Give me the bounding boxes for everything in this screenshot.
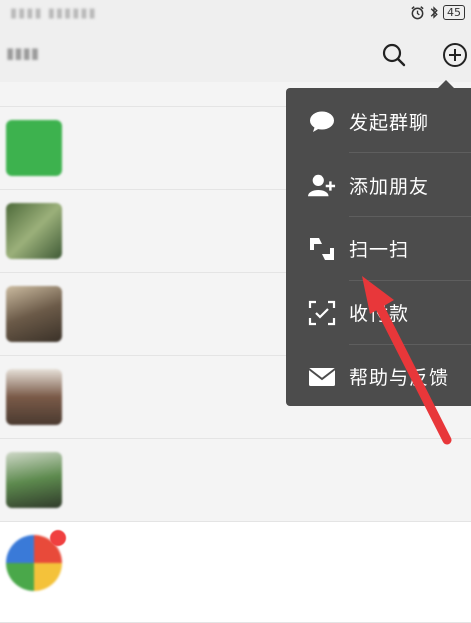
menu-item-payment[interactable]: 收付款 (286, 281, 471, 344)
unread-badge (50, 530, 66, 546)
menu-item-label: 添加朋友 (349, 176, 430, 198)
header: ▮▮▮▮ (0, 30, 471, 82)
chat-bubble-icon (308, 108, 336, 136)
avatar (6, 203, 62, 259)
avatar (6, 286, 62, 342)
mail-icon (308, 363, 336, 391)
status-time-and-signal: ▮▮▮▮ ▮▮▮▮▮▮ (10, 6, 97, 21)
menu-item-label: 收付款 (349, 303, 410, 325)
popup-caret (438, 80, 454, 88)
menu-item-group-chat[interactable]: 发起群聊 (286, 90, 471, 153)
page-title: ▮▮▮▮ (6, 44, 40, 62)
battery-icon: 45 (443, 5, 465, 20)
menu-item-scan[interactable]: 扫一扫 (286, 217, 471, 280)
status-icons: 45 (410, 5, 465, 20)
divider (349, 152, 471, 153)
add-friend-icon (308, 172, 336, 200)
avatar (6, 452, 62, 508)
popup-menu: 发起群聊 添加朋友 扫一扫 收付款 帮助与反馈 (286, 88, 471, 406)
search-icon[interactable] (381, 42, 407, 68)
payment-icon (308, 299, 336, 327)
scan-icon (308, 235, 336, 263)
avatar (6, 120, 62, 176)
list-item[interactable] (0, 522, 471, 623)
avatar (6, 369, 62, 425)
menu-item-label: 帮助与反馈 (349, 367, 450, 389)
menu-item-label: 扫一扫 (349, 239, 410, 261)
menu-item-help-feedback[interactable]: 帮助与反馈 (286, 345, 471, 408)
list-item[interactable] (0, 439, 471, 522)
plus-circle-icon[interactable] (442, 42, 468, 68)
status-bar: ▮▮▮▮ ▮▮▮▮▮▮ 45 (0, 0, 471, 30)
bluetooth-icon (430, 6, 438, 19)
alarm-icon (411, 6, 424, 20)
menu-item-label: 发起群聊 (349, 112, 430, 134)
menu-item-add-friend[interactable]: 添加朋友 (286, 154, 471, 217)
